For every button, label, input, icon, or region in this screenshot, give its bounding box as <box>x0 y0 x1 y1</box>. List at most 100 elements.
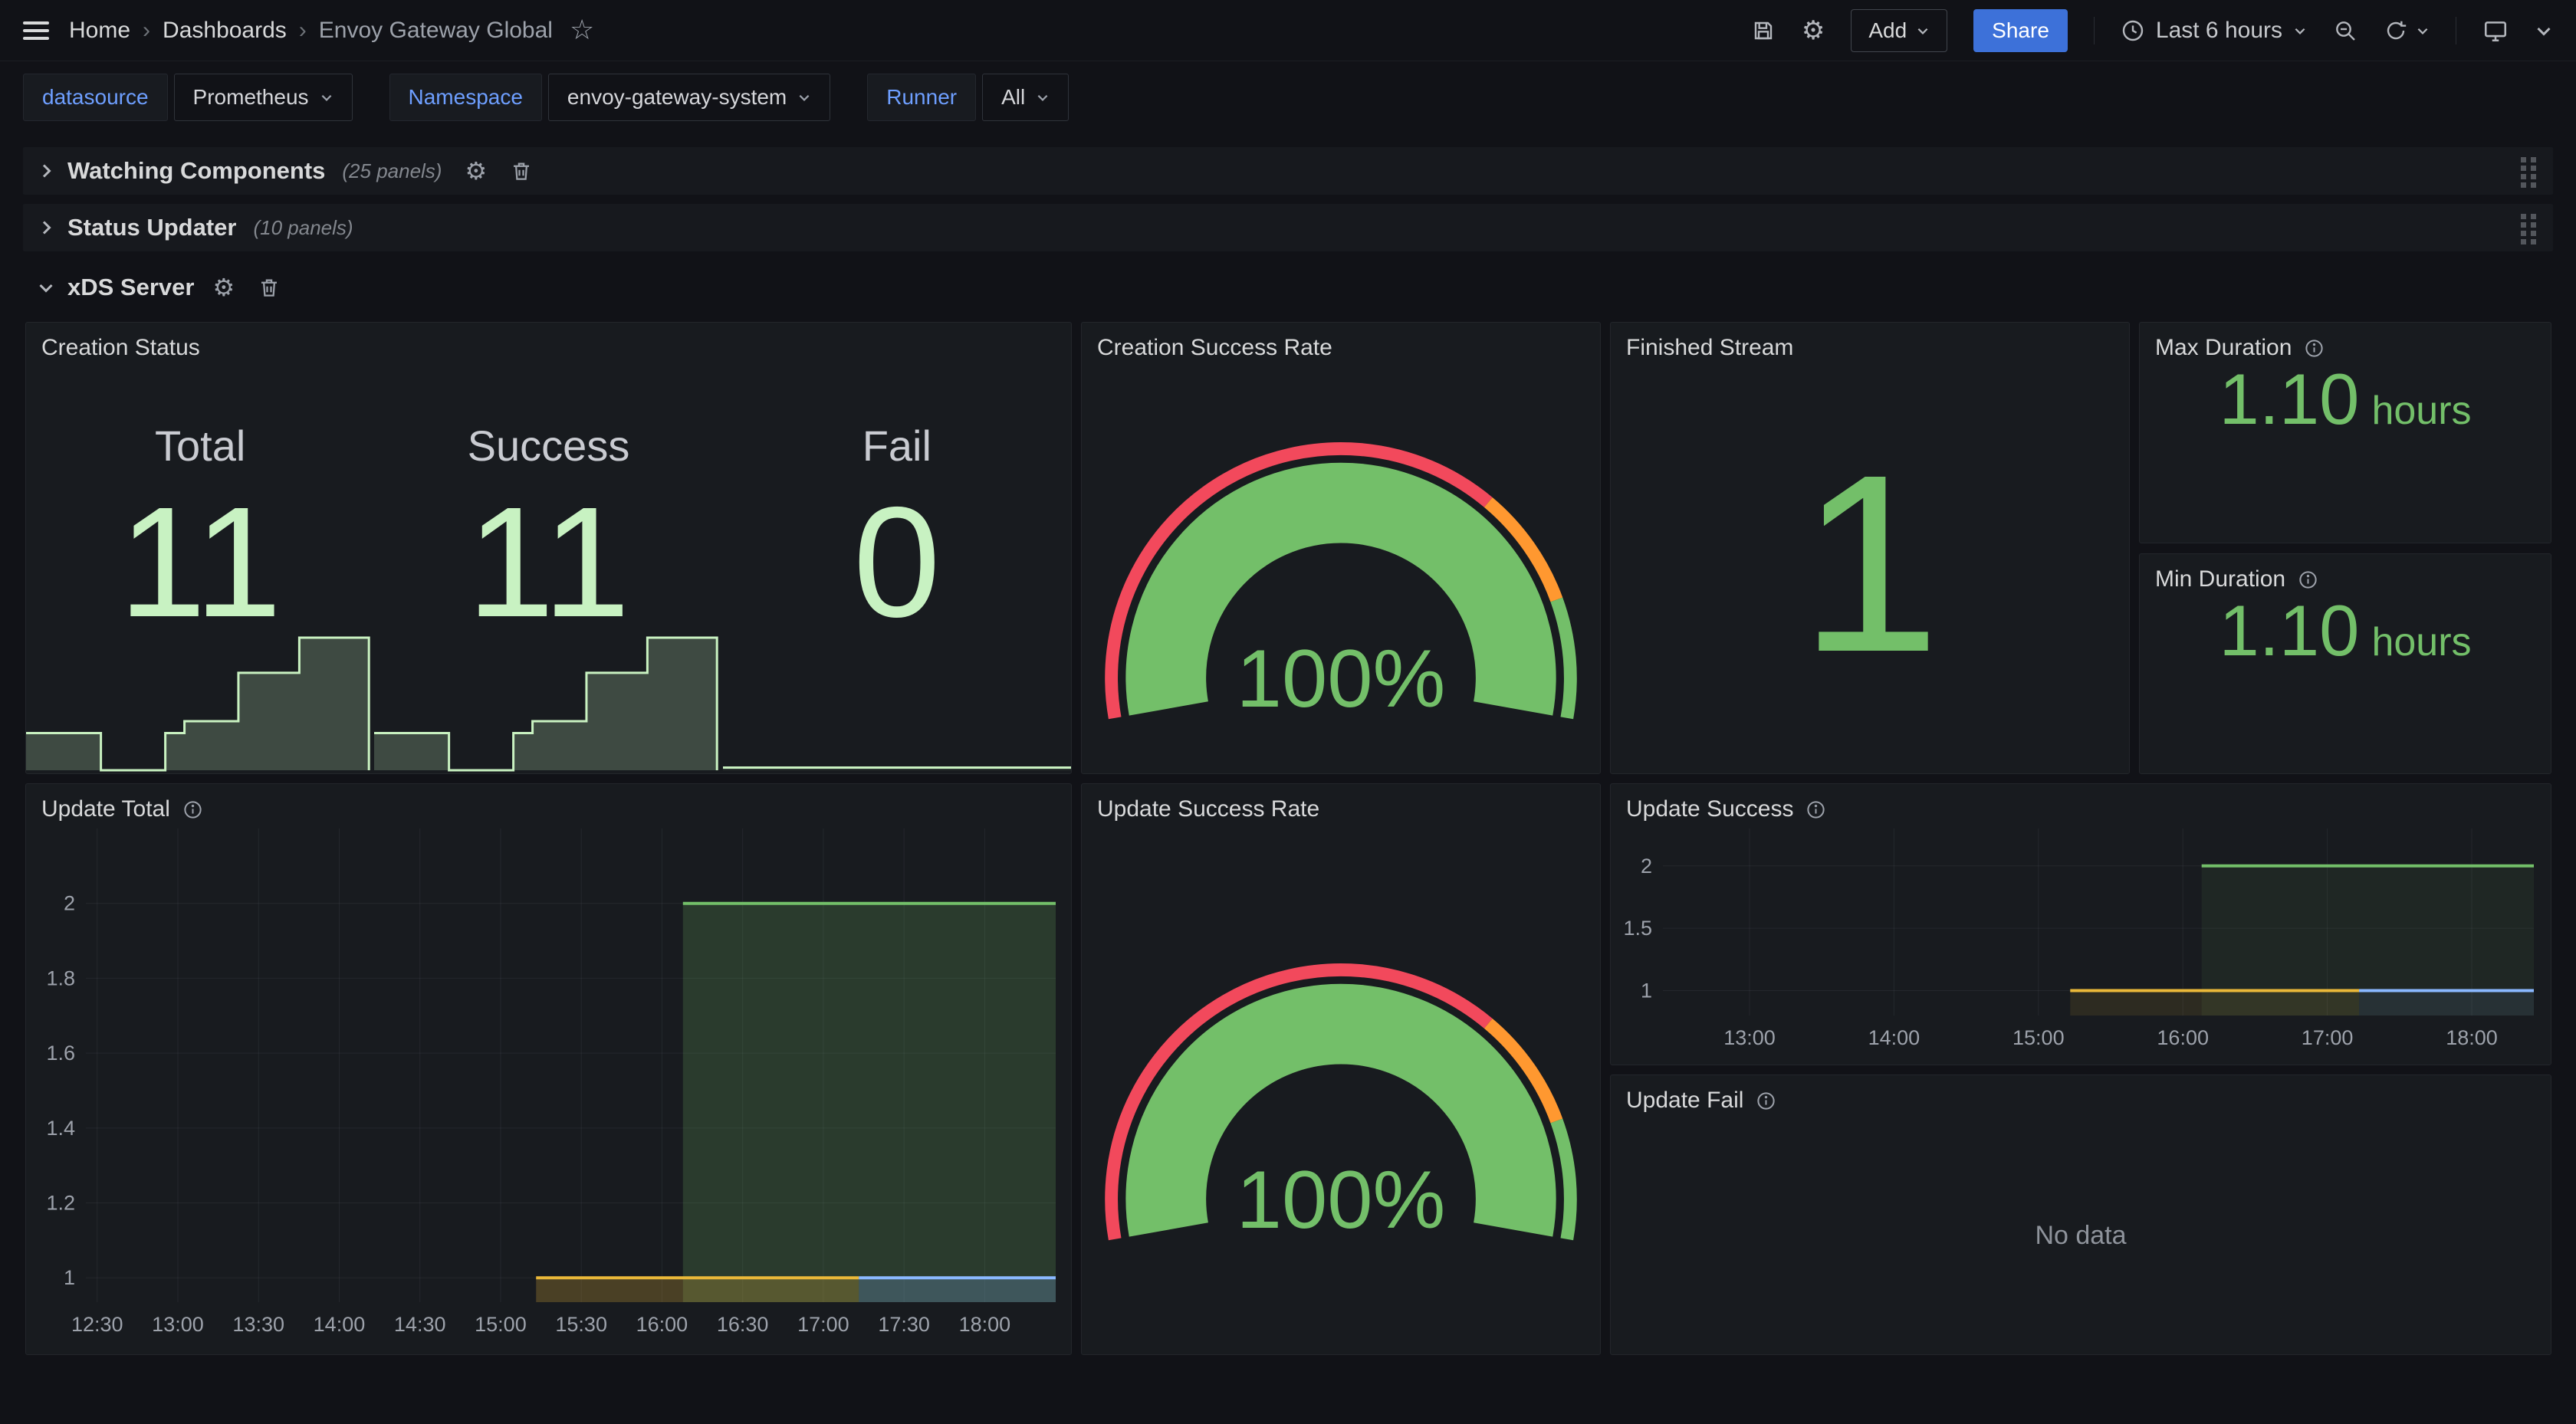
variable-runner: Runner All <box>867 74 1069 121</box>
row-title[interactable]: xDS Server <box>67 274 194 301</box>
variable-runner-value[interactable]: All <box>982 74 1069 121</box>
add-button[interactable]: Add <box>1851 9 1947 52</box>
svg-text:15:00: 15:00 <box>475 1313 527 1336</box>
sparkline-fail <box>723 635 1071 772</box>
panel-update-success-rate: Update Success Rate 100% <box>1081 783 1601 1355</box>
info-icon[interactable] <box>1756 1091 1776 1111</box>
zoom-out-icon[interactable] <box>2333 18 2358 43</box>
panel-title[interactable]: Update Success Rate <box>1097 795 1319 824</box>
dashboard-settings-icon[interactable]: ⚙ <box>1802 18 1825 44</box>
variable-datasource-label[interactable]: datasource <box>23 74 168 121</box>
timeseries-update-total[interactable]: 12:3013:0013:3014:0014:3015:0015:3016:00… <box>35 818 1062 1348</box>
nav-right: ⚙ Add Share Last 6 hours <box>1751 9 2553 52</box>
svg-text:100%: 100% <box>1237 632 1446 724</box>
nav-more-chevron-icon[interactable] <box>2535 21 2553 40</box>
svg-text:1: 1 <box>1641 979 1652 1002</box>
svg-text:13:00: 13:00 <box>1723 1026 1776 1049</box>
panel-title[interactable]: Creation Status <box>41 333 200 363</box>
nav-left: Home › Dashboards › Envoy Gateway Global… <box>23 17 594 44</box>
info-icon[interactable] <box>182 799 203 820</box>
info-icon[interactable] <box>2304 338 2325 359</box>
share-button[interactable]: Share <box>1973 9 2068 52</box>
trash-icon[interactable] <box>510 159 533 182</box>
chevron-right-icon[interactable] <box>37 162 55 180</box>
chevron-down-icon[interactable] <box>37 278 55 297</box>
breadcrumb-dashboards[interactable]: Dashboards <box>163 18 287 44</box>
variable-runner-label[interactable]: Runner <box>867 74 976 121</box>
tv-kiosk-icon[interactable] <box>2482 18 2509 44</box>
variable-namespace-value[interactable]: envoy-gateway-system <box>548 74 830 121</box>
row-drag-handle[interactable] <box>2518 154 2539 188</box>
breadcrumb: Home › Dashboards › Envoy Gateway Global… <box>69 17 594 44</box>
panel-title[interactable]: Creation Success Rate <box>1097 333 1332 363</box>
time-range-label: Last 6 hours <box>2156 18 2282 44</box>
stat-value: 1.10 <box>2219 589 2359 672</box>
breadcrumb-separator: › <box>299 18 307 44</box>
svg-text:1.2: 1.2 <box>46 1192 75 1215</box>
top-nav: Home › Dashboards › Envoy Gateway Global… <box>0 0 2576 61</box>
refresh-icon[interactable] <box>2384 18 2430 43</box>
share-button-label: Share <box>1992 18 2049 43</box>
svg-text:18:00: 18:00 <box>959 1313 1011 1336</box>
svg-text:2: 2 <box>64 892 75 915</box>
variable-datasource-value[interactable]: Prometheus <box>174 74 353 121</box>
gauge-creation-success-rate[interactable]: 100% <box>1097 367 1585 763</box>
panel-title[interactable]: Update Total <box>41 795 203 824</box>
row-title[interactable]: Status Updater <box>67 214 236 241</box>
grafana-dashboard: Home › Dashboards › Envoy Gateway Global… <box>0 0 2576 1424</box>
svg-text:15:00: 15:00 <box>2013 1026 2065 1049</box>
svg-text:12:30: 12:30 <box>71 1313 123 1336</box>
time-range-picker[interactable]: Last 6 hours <box>2121 18 2307 44</box>
panel-title[interactable]: Min Duration <box>2155 565 2318 594</box>
stat-value: 11 <box>119 491 282 635</box>
info-icon[interactable] <box>1806 799 1826 820</box>
timeseries-update-success[interactable]: 13:0014:0015:0016:0017:0018:0011.52 <box>1620 818 2542 1058</box>
svg-text:1.8: 1.8 <box>46 966 75 989</box>
info-icon[interactable] <box>2298 569 2318 590</box>
clock-icon <box>2121 18 2145 43</box>
svg-text:1.6: 1.6 <box>46 1042 75 1065</box>
refresh-interval-chevron-icon <box>2416 24 2430 38</box>
panel-max-duration: Max Duration 1.10 hours <box>2139 322 2551 543</box>
chevron-down-icon <box>2293 24 2307 38</box>
save-icon[interactable] <box>1751 18 1776 43</box>
breadcrumb-home[interactable]: Home <box>69 18 130 44</box>
svg-text:1: 1 <box>64 1266 75 1289</box>
panel-title[interactable]: Max Duration <box>2155 333 2325 363</box>
menu-icon[interactable] <box>23 21 49 40</box>
chevron-right-icon[interactable] <box>37 218 55 237</box>
svg-text:17:00: 17:00 <box>797 1313 849 1336</box>
variable-namespace-label[interactable]: Namespace <box>389 74 542 121</box>
row-panel-count: (25 panels) <box>342 159 442 183</box>
breadcrumb-dashboard-title: Envoy Gateway Global <box>319 18 553 44</box>
panel-creation-success-rate: Creation Success Rate 100% <box>1081 322 1601 774</box>
stat-value: 0 <box>853 491 941 635</box>
panel-title[interactable]: Finished Stream <box>1626 333 1793 363</box>
svg-text:18:00: 18:00 <box>2446 1026 2498 1049</box>
gauge-update-success-rate[interactable]: 100% <box>1097 828 1585 1344</box>
trash-icon[interactable] <box>258 276 281 299</box>
stat-value: 11 <box>467 491 630 635</box>
svg-text:1.5: 1.5 <box>1623 917 1652 940</box>
svg-text:14:30: 14:30 <box>394 1313 446 1336</box>
svg-text:15:30: 15:30 <box>555 1313 607 1336</box>
add-button-label: Add <box>1868 18 1907 43</box>
svg-text:17:00: 17:00 <box>2302 1026 2354 1049</box>
panel-title[interactable]: Update Success <box>1626 795 1826 824</box>
svg-text:1.4: 1.4 <box>46 1117 75 1140</box>
svg-text:14:00: 14:00 <box>314 1313 366 1336</box>
stat-value: 1.10 <box>2219 358 2359 441</box>
svg-text:100%: 100% <box>1237 1153 1446 1245</box>
panel-title[interactable]: Update Fail <box>1626 1086 1776 1115</box>
row-settings-icon[interactable]: ⚙ <box>465 159 487 183</box>
row-drag-handle[interactable] <box>2518 211 2539 244</box>
star-icon[interactable]: ☆ <box>570 17 594 44</box>
chevron-down-icon <box>320 90 334 104</box>
row-title[interactable]: Watching Components <box>67 157 325 185</box>
row-settings-icon[interactable]: ⚙ <box>212 275 235 300</box>
row-watching-components[interactable]: Watching Components (25 panels) ⚙ <box>23 147 2553 195</box>
sparkline-success <box>374 635 722 772</box>
row-xds-server[interactable]: xDS Server ⚙ <box>23 264 2553 311</box>
no-data-message: No data <box>1611 1117 2551 1354</box>
row-status-updater[interactable]: Status Updater (10 panels) <box>23 204 2553 251</box>
